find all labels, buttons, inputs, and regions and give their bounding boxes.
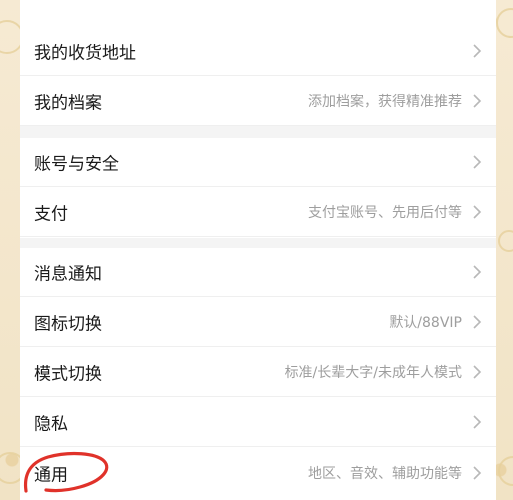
settings-row-general[interactable]: 通用 地区、音效、辅助功能等 [20,448,496,497]
settings-row-account-security[interactable]: 账号与安全 [20,138,496,187]
chevron-right-icon [473,94,482,108]
settings-row-hint: 支付宝账号、先用后付等 [308,205,462,221]
settings-row-payment[interactable]: 支付 支付宝账号、先用后付等 [20,188,496,237]
chevron-right-icon [473,415,482,429]
settings-row-notifications[interactable]: 消息通知 [20,248,496,297]
settings-row-label: 通用 [34,465,68,485]
settings-row-hint: 添加档案，获得精准推荐 [308,94,462,110]
chevron-right-icon [473,315,482,329]
settings-row-label: 支付 [34,204,68,225]
chevron-right-icon [473,265,482,279]
settings-group-general: 消息通知 图标切换 默认/88VIP 模式切换 标准/长辈大字/未成年人模式 隐… [20,248,496,500]
settings-row-privacy[interactable]: 隐私 [20,398,496,447]
settings-row-profile[interactable]: 我的档案 添加档案，获得精准推荐 [20,77,496,126]
chevron-right-icon [473,155,482,169]
settings-row-hint: 地区、音效、辅助功能等 [308,465,462,482]
chevron-right-icon [473,44,482,58]
chevron-right-icon [473,465,482,480]
settings-row-label: 图标切换 [34,314,102,335]
settings-group-account: 账号与安全 支付 支付宝账号、先用后付等 [20,138,496,238]
settings-row-label: 模式切换 [34,364,102,385]
section-divider [20,238,496,248]
background-ornament [496,8,513,38]
settings-row-label: 我的档案 [34,93,102,114]
settings-row-label: 我的收货地址 [34,43,136,64]
chevron-right-icon [473,205,482,219]
settings-row-hint: 默认/88VIP [389,315,462,331]
background-ornament [498,456,513,486]
settings-row-hint: 标准/长辈大字/未成年人模式 [284,365,462,381]
section-divider [20,126,496,138]
chevron-right-icon [473,365,482,379]
settings-row-icon-switch[interactable]: 图标切换 默认/88VIP [20,298,496,347]
settings-row-mode-switch[interactable]: 模式切换 标准/长辈大字/未成年人模式 [20,348,496,397]
settings-row-shipping-address[interactable]: 我的收货地址 [20,27,496,76]
settings-group-profile: 我的收货地址 我的档案 添加档案，获得精准推荐 [20,0,496,126]
settings-row-label: 账号与安全 [34,154,119,175]
background-ornament [498,230,513,252]
settings-row-label: 隐私 [34,414,68,435]
settings-list: 我的收货地址 我的档案 添加档案，获得精准推荐 账号与安全 支付 支付宝账号、先… [20,0,496,500]
settings-row-label: 消息通知 [34,264,102,285]
